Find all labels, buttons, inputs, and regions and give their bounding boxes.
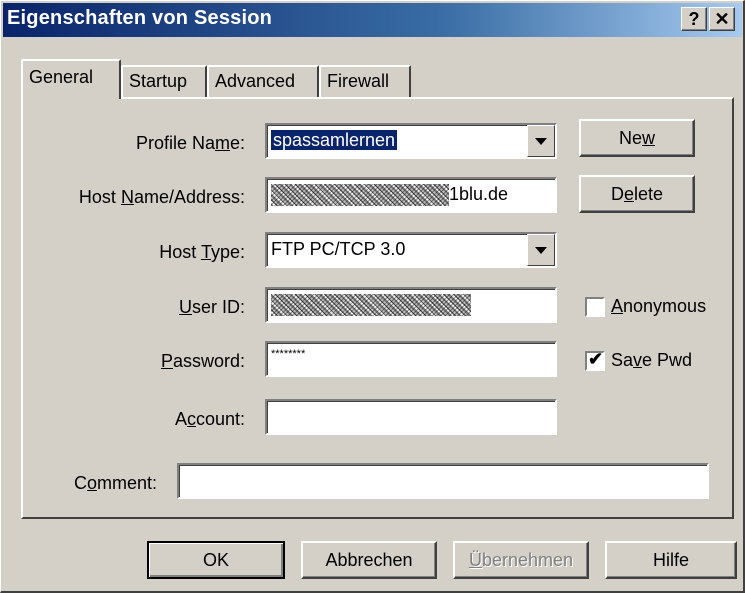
- redacted-user-image: [271, 294, 471, 317]
- checkmark-icon: ✔: [588, 349, 604, 369]
- tab-firewall[interactable]: Firewall: [319, 65, 411, 97]
- password-value: ********: [271, 348, 306, 360]
- chevron-down-icon[interactable]: [527, 234, 555, 266]
- comment-label: Comment:: [73, 473, 157, 493]
- host-type-select[interactable]: FTP PC/TCP 3.0: [265, 232, 557, 268]
- host-type-label: Host Type:: [159, 242, 245, 262]
- comment-field[interactable]: [177, 463, 709, 499]
- save-pwd-checkbox[interactable]: ✔: [585, 349, 605, 371]
- new-button[interactable]: New: [579, 119, 695, 157]
- host-name-field[interactable]: 1blu.de: [265, 177, 557, 213]
- password-field[interactable]: ********: [265, 341, 557, 377]
- tab-label: General: [29, 67, 94, 87]
- host-name-suffix: 1blu.de: [449, 184, 509, 204]
- profile-name-label: Profile Name:: [135, 133, 245, 153]
- tab-label: Startup: [129, 71, 188, 91]
- anonymous-label[interactable]: Anonymous: [611, 296, 706, 317]
- delete-button[interactable]: Delete: [579, 175, 695, 213]
- account-field[interactable]: [265, 399, 557, 435]
- help-icon[interactable]: ?: [681, 7, 707, 31]
- save-pwd-label[interactable]: Save Pwd: [611, 350, 692, 371]
- user-id-label: User ID:: [178, 297, 245, 317]
- host-type-value: FTP PC/TCP 3.0: [271, 239, 406, 259]
- tab-label: Firewall: [327, 71, 390, 91]
- redacted-host-image: [271, 184, 449, 207]
- password-label: Password:: [160, 351, 245, 371]
- tab-advanced[interactable]: Advanced: [207, 65, 319, 97]
- user-id-field[interactable]: [265, 287, 557, 323]
- cancel-button[interactable]: Abbrechen: [301, 541, 437, 579]
- tab-label: Advanced: [215, 71, 296, 91]
- ok-button[interactable]: OK: [147, 541, 285, 579]
- help-button[interactable]: Hilfe: [605, 541, 737, 579]
- close-icon[interactable]: ✕: [709, 7, 735, 31]
- tab-general[interactable]: General: [21, 59, 121, 99]
- window-title: Eigenschaften von Session: [7, 7, 273, 29]
- chevron-down-icon[interactable]: [527, 125, 555, 157]
- tab-startup[interactable]: Startup: [121, 65, 207, 97]
- profile-name-select[interactable]: spassamlernen: [265, 123, 557, 159]
- dialog-window: Eigenschaften von Session ? ✕ General St…: [0, 0, 745, 593]
- host-name-label: Host Name/Address:: [78, 187, 245, 207]
- profile-name-value: spassamlernen: [271, 130, 398, 150]
- title-bar[interactable]: Eigenschaften von Session ? ✕: [3, 3, 742, 37]
- account-label: Account:: [174, 409, 245, 429]
- apply-button[interactable]: Übernehmen: [453, 541, 589, 579]
- anonymous-checkbox[interactable]: [585, 297, 605, 317]
